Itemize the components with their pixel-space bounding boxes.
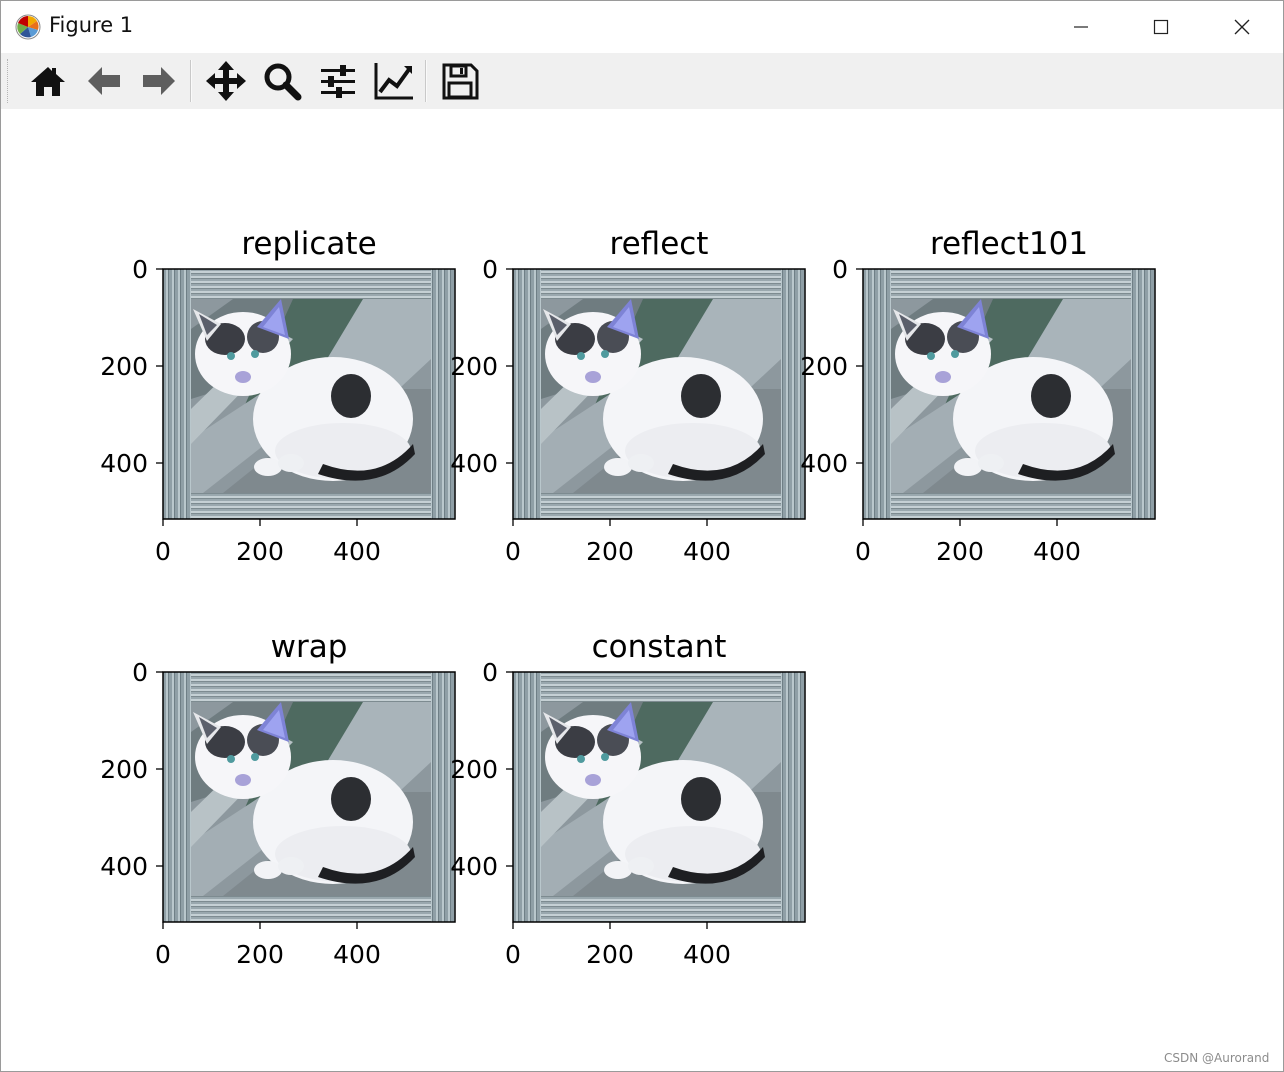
subplot-title: wrap [271,629,348,665]
image-panel [163,269,455,519]
y-tick-label: 200 [450,755,498,784]
title-bar[interactable]: Figure 1 [1,1,1283,53]
home-icon [31,67,65,96]
y-tick-label: 0 [832,255,848,284]
floppy-disk-icon [442,63,479,100]
zoom-button[interactable] [259,58,305,104]
navigation-toolbar [1,53,1283,110]
x-tick-label: 400 [1033,537,1081,566]
subplot: replicate 0 200 400 0 200 400 [100,226,456,566]
watermark: CSDN @Aurorand [1164,1051,1270,1065]
x-tick-label: 0 [855,537,871,566]
x-tick-label: 400 [333,537,381,566]
subplot-grid: replicate 0 200 400 0 200 400 reflect 0 200 400 0 20… [100,226,1156,969]
y-tick-label: 400 [450,852,498,881]
figure-window: Figure 1 replicate 0 200 400 0 200 400 r… [0,0,1284,1072]
y-tick-label: 0 [482,255,498,284]
subplot: reflect 0 200 400 0 200 400 [450,226,806,566]
maximize-icon [1153,19,1169,35]
forward-button[interactable] [136,58,182,104]
x-tick-label: 200 [236,537,284,566]
toolbar-separator [190,60,192,102]
x-tick-label: 400 [683,940,731,969]
move-icon [206,61,246,101]
x-tick-label: 400 [683,537,731,566]
y-tick-label: 200 [100,755,148,784]
pan-button[interactable] [203,58,249,104]
x-tick-label: 200 [586,940,634,969]
subplot: constant 0 200 400 0 200 400 [450,629,806,969]
subplot-title: reflect101 [930,226,1088,262]
x-tick-label: 200 [586,537,634,566]
y-tick-label: 400 [100,449,148,478]
x-tick-label: 0 [505,537,521,566]
y-tick-label: 200 [100,352,148,381]
home-button[interactable] [25,58,71,104]
close-button[interactable] [1214,7,1270,47]
maximize-button[interactable] [1133,7,1189,47]
subplot-title: constant [592,629,727,665]
y-tick-label: 0 [482,658,498,687]
minimize-icon [1074,26,1088,28]
y-tick-label: 400 [800,449,848,478]
image-panel [513,269,805,519]
edit-axes-button[interactable] [371,58,417,104]
image-panel [863,269,1155,519]
y-tick-label: 0 [132,255,148,284]
arrow-right-icon [143,67,175,95]
x-tick-label: 0 [505,940,521,969]
close-icon [1234,19,1250,35]
x-tick-label: 0 [155,940,171,969]
back-button[interactable] [81,58,127,104]
y-tick-label: 200 [450,352,498,381]
subplot-title: replicate [241,226,376,262]
save-figure-button[interactable] [437,58,483,104]
magnifier-icon [264,63,302,101]
image-panel [163,672,455,922]
x-tick-label: 200 [236,940,284,969]
sliders-icon [321,65,355,98]
arrow-left-icon [88,67,120,95]
minimize-button[interactable] [1053,7,1109,47]
subplot-title: reflect [610,226,709,262]
y-tick-label: 200 [800,352,848,381]
x-tick-label: 200 [936,537,984,566]
toolbar-grip[interactable] [7,59,10,103]
configure-subplots-button[interactable] [315,58,361,104]
y-tick-label: 400 [100,852,148,881]
y-tick-label: 0 [132,658,148,687]
subplot: wrap 0 200 400 0 200 400 [100,629,456,969]
toolbar-separator [425,60,427,102]
figure-canvas[interactable]: replicate 0 200 400 0 200 400 reflect 0 200 400 0 20… [1,109,1283,1071]
matplotlib-logo-icon [15,14,41,40]
window-title: Figure 1 [49,13,134,37]
x-tick-label: 0 [155,537,171,566]
line-chart-icon [374,63,413,100]
subplot: reflect101 0 200 400 0 200 400 [800,226,1156,566]
y-tick-label: 400 [450,449,498,478]
x-tick-label: 400 [333,940,381,969]
image-panel [513,672,805,922]
